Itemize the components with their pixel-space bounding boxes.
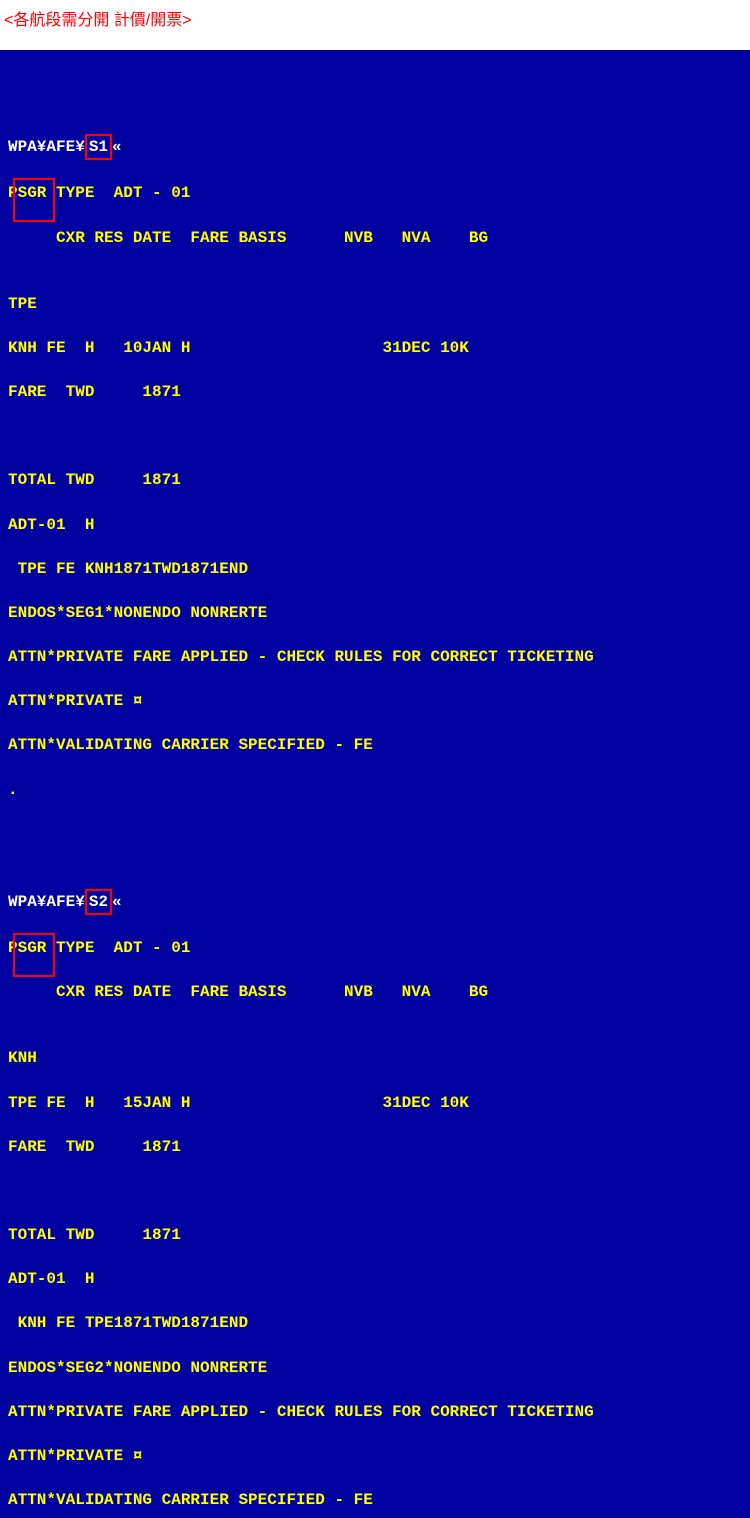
dest-rest: FE H 10JAN H 31DEC 10K bbox=[37, 339, 469, 357]
attn-private-fare: ATTN*PRIVATE FARE APPLIED - CHECK RULES … bbox=[8, 1401, 742, 1423]
header-note: <各航段需分開 計價/開票> bbox=[0, 0, 750, 50]
blank-line bbox=[8, 1180, 742, 1202]
psgr-type-line: PSGR TYPE ADT - 01 bbox=[8, 182, 742, 204]
dest-code: TPE bbox=[8, 1094, 37, 1112]
dest-code: KNH bbox=[8, 339, 37, 357]
adt-line: ADT-01 H bbox=[8, 1268, 742, 1290]
command-line-1: WPA¥AFE¥S1« bbox=[8, 134, 742, 160]
cmd-prefix: WPA¥AFE¥ bbox=[8, 893, 85, 911]
adt-line: ADT-01 H bbox=[8, 514, 742, 536]
fare-calc-line: TPE FE KNH1871TWD1871END bbox=[8, 558, 742, 580]
blank-line bbox=[8, 425, 742, 447]
route-highlight-box bbox=[13, 933, 55, 977]
endos-line: ENDOS*SEG2*NONENDO NONRERTE bbox=[8, 1357, 742, 1379]
terminal-screen: WPA¥AFE¥S1« PSGR TYPE ADT - 01 CXR RES D… bbox=[0, 50, 750, 1518]
segment-block-1: WPA¥AFE¥S1« PSGR TYPE ADT - 01 CXR RES D… bbox=[8, 112, 742, 823]
attn-validating-carrier: ATTN*VALIDATING CARRIER SPECIFIED - FE bbox=[8, 1489, 742, 1511]
dest-rest: FE H 15JAN H 31DEC 10K bbox=[37, 1094, 469, 1112]
fare-line: FARE TWD 1871 bbox=[8, 1136, 742, 1158]
fare-line: FARE TWD 1871 bbox=[8, 381, 742, 403]
segment-indicator-highlight: S2 bbox=[85, 889, 112, 915]
attn-private: ATTN*PRIVATE ¤ bbox=[8, 690, 742, 712]
origin-line: TPE bbox=[8, 293, 742, 315]
destination-line: KNH FE H 10JAN H 31DEC 10K bbox=[8, 337, 742, 359]
route-highlight-box bbox=[13, 178, 55, 222]
total-line: TOTAL TWD 1871 bbox=[8, 1224, 742, 1246]
column-headers: CXR RES DATE FARE BASIS NVB NVA BG bbox=[8, 227, 742, 249]
endos-line: ENDOS*SEG1*NONENDO NONRERTE bbox=[8, 602, 742, 624]
cmd-suffix: « bbox=[112, 138, 122, 156]
total-line: TOTAL TWD 1871 bbox=[8, 469, 742, 491]
destination-line: TPE FE H 15JAN H 31DEC 10K bbox=[8, 1092, 742, 1114]
command-line-2: WPA¥AFE¥S2« bbox=[8, 889, 742, 915]
cmd-suffix: « bbox=[112, 893, 122, 911]
segment-block-2: WPA¥AFE¥S2« PSGR TYPE ADT - 01 CXR RES D… bbox=[8, 867, 742, 1518]
attn-private: ATTN*PRIVATE ¤ bbox=[8, 1445, 742, 1467]
fare-calc-line: KNH FE TPE1871TWD1871END bbox=[8, 1312, 742, 1334]
cmd-prefix: WPA¥AFE¥ bbox=[8, 138, 85, 156]
psgr-type-line: PSGR TYPE ADT - 01 bbox=[8, 937, 742, 959]
attn-validating-carrier: ATTN*VALIDATING CARRIER SPECIFIED - FE bbox=[8, 734, 742, 756]
column-headers: CXR RES DATE FARE BASIS NVB NVA BG bbox=[8, 981, 742, 1003]
dot-line: . bbox=[8, 779, 742, 801]
attn-private-fare: ATTN*PRIVATE FARE APPLIED - CHECK RULES … bbox=[8, 646, 742, 668]
segment-indicator-highlight: S1 bbox=[85, 134, 112, 160]
origin-line: KNH bbox=[8, 1047, 742, 1069]
